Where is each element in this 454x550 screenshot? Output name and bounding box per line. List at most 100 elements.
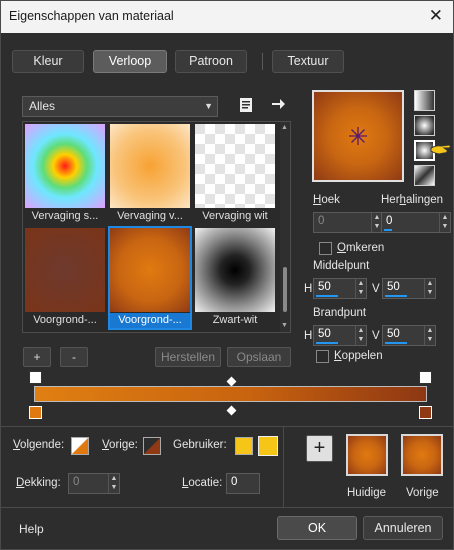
gradient-preview[interactable]	[312, 90, 404, 182]
rectangular-style-button[interactable]	[414, 115, 435, 136]
spinner-arrows-icon[interactable]: ▲ ▼	[108, 474, 119, 493]
spinner-arrows-icon[interactable]: ▲ ▼	[424, 279, 435, 298]
center-v-level	[385, 295, 407, 297]
spinner-arrows-icon[interactable]: ▲ ▼	[355, 279, 366, 298]
dialog-title: Eigenschappen van materiaal	[9, 9, 174, 23]
gallery-item[interactable]: Vervaging v...	[110, 124, 190, 224]
previous-color-swatch[interactable]	[143, 437, 161, 455]
gallery-item-label: Vervaging v...	[117, 210, 183, 222]
scroll-down-icon[interactable]: ▼	[281, 322, 288, 329]
spinner-arrows-icon[interactable]: ▲ ▼	[424, 326, 435, 345]
next-label: Volgende:	[13, 439, 65, 451]
add-gradient-button[interactable]: +	[23, 347, 51, 367]
tab-separator	[262, 53, 263, 70]
linear-style-button[interactable]	[414, 90, 435, 111]
spinner-arrows-icon[interactable]: ▲ ▼	[355, 326, 366, 345]
scrollbar-thumb[interactable]	[283, 267, 287, 312]
divider	[1, 507, 454, 508]
gradient-swatch	[195, 228, 275, 312]
center-v-value: 50	[387, 281, 400, 293]
center-v-spinner[interactable]: 50 ▲ ▼	[382, 278, 436, 299]
opacity-label: Dekking:	[16, 477, 61, 489]
close-icon[interactable]: ✕	[429, 6, 443, 26]
next-color-swatch[interactable]	[71, 437, 89, 455]
transparency-stop-left[interactable]	[29, 371, 42, 384]
spinner-arrows-icon[interactable]: ▲ ▼	[439, 213, 450, 232]
gradient-swatch	[25, 228, 105, 312]
reverse-label: Omkeren	[337, 242, 385, 254]
angle-value: 0	[318, 215, 325, 227]
gallery-item-label: Vervaging s...	[31, 210, 99, 222]
save-button[interactable]: Opslaan	[227, 347, 291, 367]
ok-button[interactable]: OK	[277, 516, 357, 540]
repeats-level	[384, 229, 392, 231]
transparency-midpoint[interactable]	[226, 376, 237, 387]
divider	[1, 426, 454, 427]
opacity-value: 0	[73, 476, 80, 488]
previous-material-swatch[interactable]	[401, 434, 443, 476]
focal-h-spinner[interactable]: 50 ▲ ▼	[313, 325, 367, 346]
center-point-icon[interactable]	[348, 126, 368, 146]
repeats-value: 0	[386, 215, 393, 227]
gallery-item[interactable]: Zwart-wit	[195, 228, 275, 328]
scroll-up-icon[interactable]: ▲	[281, 124, 288, 131]
previous-material-label: Vorige	[406, 487, 439, 499]
category-select[interactable]: Alles ▼	[22, 96, 218, 117]
category-selected-value: Alles	[29, 99, 56, 113]
opacity-spinner[interactable]: 0 ▲ ▼	[68, 473, 120, 494]
link-checkbox[interactable]	[316, 350, 329, 363]
chevron-down-icon: ▼	[204, 101, 213, 111]
center-heading: Middelpunt	[313, 260, 370, 272]
gradient-swatch	[110, 124, 190, 208]
gallery-item[interactable]: Vervaging s...	[25, 124, 105, 224]
angle-label: Hoek	[313, 194, 340, 206]
color-stop-left[interactable]	[29, 406, 42, 419]
gradient-swatch	[110, 228, 190, 312]
gradient-gallery: Vervaging s... Vervaging v... Vervaging …	[22, 121, 291, 333]
repeats-spinner[interactable]: 0 ▲ ▼	[381, 212, 451, 233]
pointer-hand-icon	[429, 139, 453, 162]
focal-h-label: H	[304, 330, 313, 342]
cancel-button[interactable]: Annuleren	[363, 516, 443, 540]
gallery-item[interactable]: Voorgrond-...	[25, 228, 105, 328]
library-icon[interactable]	[237, 96, 255, 114]
location-input[interactable]: 0	[226, 473, 260, 494]
focal-heading: Brandpunt	[313, 307, 367, 319]
divider	[283, 426, 284, 507]
add-to-swatches-button[interactable]: +	[306, 435, 333, 462]
focal-h-level	[316, 342, 338, 344]
link-label: Koppelen	[334, 350, 383, 362]
gallery-scrollbar[interactable]: ▲ ▼	[280, 122, 290, 332]
gradient-swatch	[25, 124, 105, 208]
gallery-item[interactable]: Vervaging wit	[195, 124, 275, 224]
gallery-item[interactable]: Voorgrond-...	[108, 226, 192, 330]
angle-spinner[interactable]: 0 ▲ ▼	[313, 212, 383, 233]
color-midpoint[interactable]	[226, 405, 237, 416]
gallery-item-label: Vervaging wit	[202, 210, 268, 222]
tab-textuur[interactable]: Textuur	[272, 50, 344, 73]
center-h-label: H	[304, 283, 313, 295]
restore-button[interactable]: Herstellen	[155, 347, 221, 367]
tab-kleur[interactable]: Kleur	[12, 50, 84, 73]
location-value: 0	[231, 476, 238, 488]
title-bar: Eigenschappen van materiaal ✕	[1, 1, 453, 33]
gallery-item-label: Zwart-wit	[212, 314, 258, 326]
tab-patroon[interactable]: Patroon	[175, 50, 247, 73]
location-label: Locatie:	[182, 477, 223, 489]
focal-v-level	[385, 342, 407, 344]
help-link[interactable]: Help	[19, 522, 44, 536]
arrow-right-icon[interactable]	[269, 95, 287, 113]
focal-v-label: V	[372, 330, 380, 342]
current-material-swatch[interactable]	[346, 434, 388, 476]
user-color-swatch[interactable]	[235, 437, 253, 455]
tab-verloop[interactable]: Verloop	[93, 50, 167, 73]
user-color-swatch-alt[interactable]	[258, 436, 278, 456]
transparency-stop-right[interactable]	[419, 371, 432, 384]
center-h-spinner[interactable]: 50 ▲ ▼	[313, 278, 367, 299]
remove-gradient-button[interactable]: -	[60, 347, 88, 367]
focal-v-spinner[interactable]: 50 ▲ ▼	[382, 325, 436, 346]
sunburst-style-button[interactable]	[414, 165, 435, 186]
color-stop-right[interactable]	[419, 406, 432, 419]
reverse-checkbox[interactable]	[319, 242, 332, 255]
gradient-bar[interactable]	[34, 386, 427, 402]
